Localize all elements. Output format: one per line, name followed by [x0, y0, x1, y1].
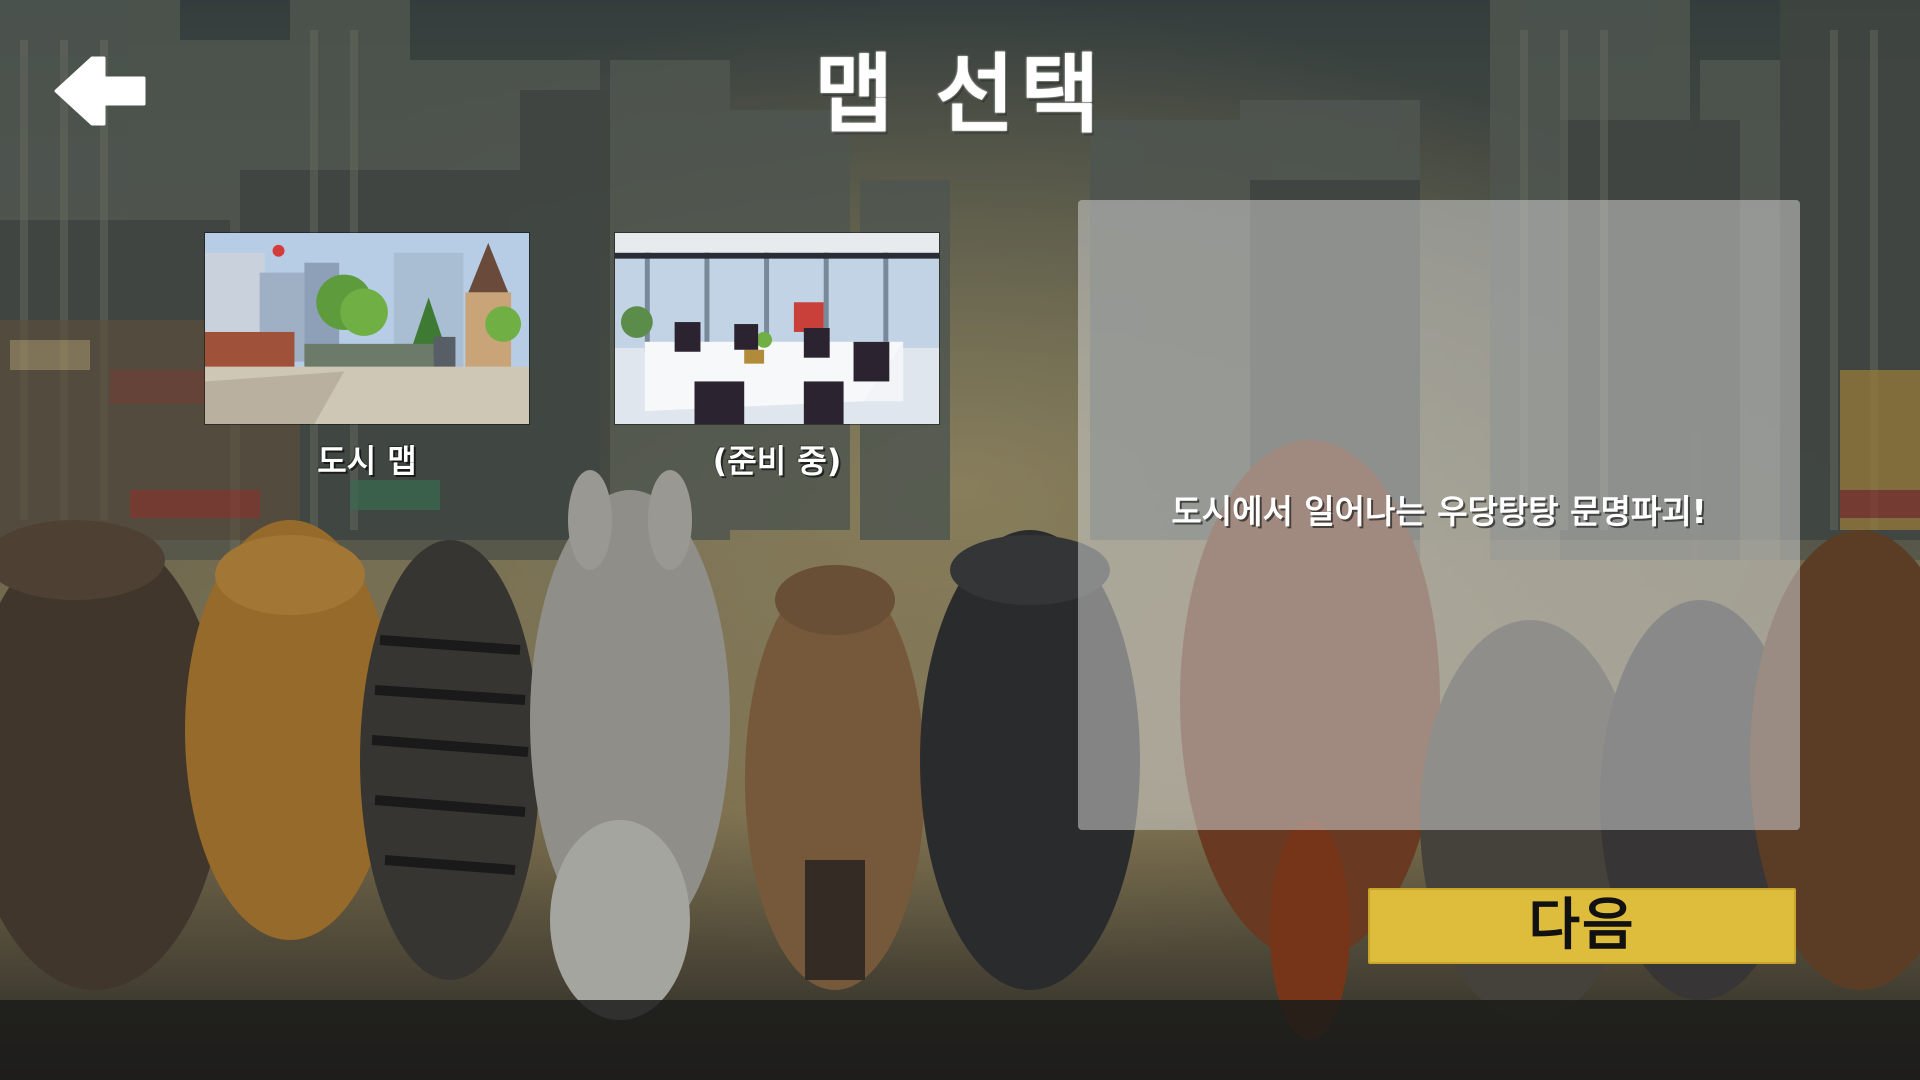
- page-title: 맵 선택: [814, 45, 1106, 145]
- arrow-left-icon: [54, 56, 146, 126]
- map-card-city[interactable]: 도시 맵: [204, 232, 530, 481]
- back-button[interactable]: [52, 54, 148, 128]
- next-button-label: 다음: [1528, 893, 1636, 958]
- city-map-label: 도시 맵: [317, 442, 417, 480]
- city-map-thumbnail[interactable]: [204, 232, 530, 425]
- next-button[interactable]: 다음: [1368, 888, 1796, 964]
- map-select-screen: 맵 선택 도시 맵 (준비 중) 도시에서 일어나는 우당탕탕 문명파괴! 다음: [0, 0, 1920, 1080]
- map-description-text: 도시에서 일어나는 우당탕탕 문명파괴!: [1171, 492, 1707, 531]
- office-map-label: (준비 중): [712, 442, 842, 480]
- office-map-thumbnail[interactable]: [614, 232, 940, 425]
- map-description-panel: 도시에서 일어나는 우당탕탕 문명파괴!: [1078, 200, 1800, 830]
- map-card-office[interactable]: (준비 중): [614, 232, 940, 481]
